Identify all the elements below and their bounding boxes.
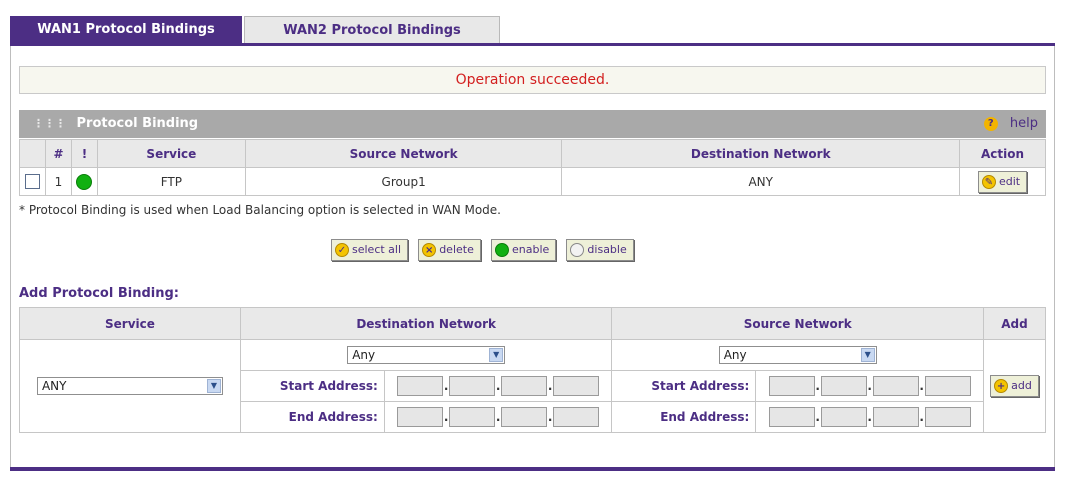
tab-bar: WAN1 Protocol Bindings WAN2 Protocol Bin… [10,16,1055,44]
disable-icon [570,243,585,257]
destination-network-select[interactable]: Any ▼ [347,346,506,364]
add-row-network-select: ANY ▼ Any ▼ Any ▼ + add [19,339,1047,433]
add-header-add: Add [982,307,1047,340]
enable-label: enable [511,243,550,256]
content-panel: Operation succeeded. ⋮⋮⋮ Protocol Bindin… [10,46,1055,471]
destination-start-label: Start Address: [239,370,385,402]
source-start-octet-4[interactable] [924,376,971,396]
row-destination-network: ANY [561,167,960,196]
status-message: Operation succeeded. [19,66,1046,94]
add-header-destination: Destination Network [239,307,613,340]
edit-button[interactable]: ✎ edit [977,170,1028,193]
disable-button[interactable]: disable [566,239,634,261]
service-select[interactable]: ANY ▼ [36,377,223,395]
service-cell: ANY ▼ [19,339,241,433]
source-end-octet-4[interactable] [924,407,971,427]
row-checkbox[interactable] [24,174,40,189]
source-start-octet-1[interactable] [768,376,815,396]
source-select-cell: Any ▼ [611,339,984,371]
binding-note: * Protocol Binding is used when Load Bal… [19,203,501,217]
row-status-cell [70,167,98,196]
header-service: Service [96,139,246,168]
source-end-octet-3[interactable] [872,407,919,427]
chevron-down-icon: ▼ [860,348,875,362]
select-all-button[interactable]: ✓ select all [331,239,409,261]
header-destination-network: Destination Network [561,139,960,168]
destination-end-octet-4[interactable] [553,407,600,427]
edit-label: edit [998,174,1021,188]
header-select [19,139,46,168]
add-header-row: Service Destination Network Source Netwo… [19,307,1047,340]
source-end-octet-1[interactable] [768,407,815,427]
enable-button[interactable]: enable [490,239,557,261]
wan-protocol-bindings-page: WAN1 Protocol Bindings WAN2 Protocol Bin… [10,16,1055,471]
destination-end-octet-1[interactable] [397,407,444,427]
grip-icon: ⋮⋮⋮ [33,117,66,130]
source-end-address: ... [755,401,984,433]
checkmark-icon: ✓ [335,243,349,257]
edit-icon: ✎ [981,174,996,189]
status-enabled-icon [76,173,93,190]
chevron-down-icon: ▼ [489,348,504,362]
destination-start-octet-4[interactable] [553,376,600,396]
delete-x-icon: × [422,243,437,257]
section-title: Protocol Binding [76,116,199,131]
chevron-down-icon: ▼ [206,379,221,393]
section-header: ⋮⋮⋮ Protocol Binding ? help [19,110,1046,138]
destination-start-octet-3[interactable] [501,376,548,396]
table-row: 1 FTP Group1 ANY ✎ edit [19,167,1046,196]
destination-start-address: ... [383,370,613,402]
add-cell: + add [982,339,1047,433]
header-action: Action [959,139,1046,168]
delete-label: delete [439,243,474,256]
header-source-network: Source Network [244,139,563,168]
plus-icon: + [994,379,1009,393]
help-link[interactable]: ? help [983,110,1038,138]
source-select-value: Any [723,348,747,362]
tab-wan1-protocol-bindings[interactable]: WAN1 Protocol Bindings [10,16,242,44]
add-protocol-binding-table: Service Destination Network Source Netwo… [19,307,1047,433]
add-button[interactable]: + add [990,375,1039,397]
source-start-address: ... [755,370,984,402]
row-service: FTP [96,167,246,196]
select-all-label: select all [352,243,402,256]
add-label: add [1011,379,1032,392]
table-header-row: # ! Service Source Network Destination N… [19,139,1046,168]
source-start-octet-3[interactable] [872,376,919,396]
help-icon: ? [983,116,998,131]
header-number: # [44,139,72,168]
destination-end-address: ... [383,401,613,433]
destination-start-octet-1[interactable] [397,376,444,396]
delete-button[interactable]: × delete [418,239,481,261]
disable-label: disable [587,243,627,256]
help-label: help [1009,116,1038,131]
row-select-cell [19,167,46,196]
destination-end-octet-2[interactable] [449,407,496,427]
destination-end-octet-3[interactable] [501,407,548,427]
header-status: ! [70,139,98,168]
add-section-title: Add Protocol Binding: [19,286,179,301]
service-select-value: ANY [41,379,67,393]
source-end-label: End Address: [611,401,757,433]
table-action-buttons: ✓ select all × delete enable disable [331,239,640,261]
destination-select-value: Any [352,348,376,362]
destination-select-cell: Any ▼ [239,339,613,371]
source-start-label: Start Address: [611,370,757,402]
source-start-octet-2[interactable] [820,376,867,396]
protocol-binding-table: # ! Service Source Network Destination N… [19,139,1046,196]
source-end-octet-2[interactable] [820,407,867,427]
source-network-select[interactable]: Any ▼ [718,346,877,364]
row-action-cell: ✎ edit [959,167,1046,196]
add-header-service: Service [19,307,241,340]
destination-end-label: End Address: [239,401,385,433]
add-header-source: Source Network [611,307,984,340]
enable-icon [494,243,509,257]
bottom-rule [10,467,1055,471]
destination-start-octet-2[interactable] [449,376,496,396]
tab-wan2-protocol-bindings[interactable]: WAN2 Protocol Bindings [244,16,500,44]
row-number: 1 [44,167,72,196]
row-source-network: Group1 [244,167,563,196]
